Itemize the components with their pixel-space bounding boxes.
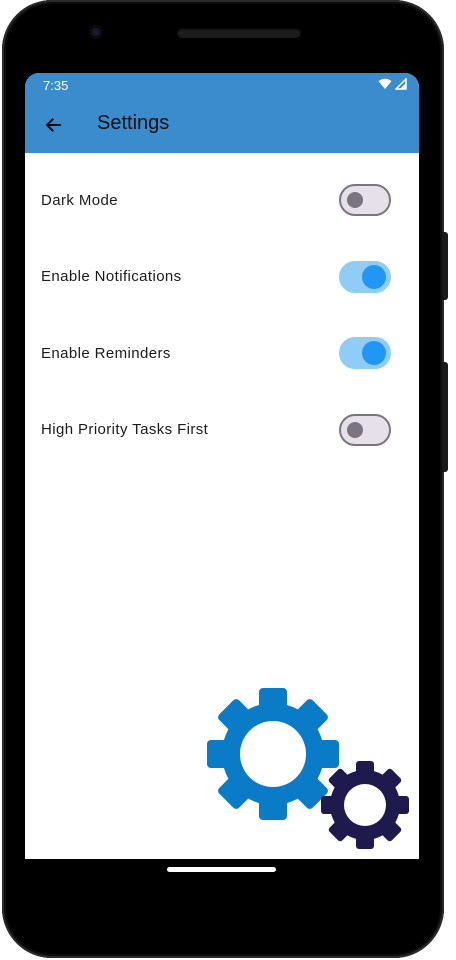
high-priority-switch[interactable] [339, 413, 391, 446]
settings-list: Dark Mode Enable Notifications Enable Re… [25, 162, 419, 468]
status-bar: 7:35 [25, 73, 419, 97]
app-screen: 7:35 Settings Dark Mode Enable Notificat… [25, 73, 419, 859]
setting-label: Dark Mode [41, 191, 118, 209]
back-button[interactable] [37, 109, 69, 141]
notifications-switch[interactable] [339, 260, 391, 293]
reminders-switch[interactable] [339, 337, 391, 370]
app-bar: Settings [25, 97, 419, 153]
setting-row-reminders: Enable Reminders [25, 315, 419, 392]
gears-icon [207, 688, 409, 849]
switch-thumb [347, 421, 363, 438]
status-time: 7:35 [43, 78, 69, 93]
power-button [442, 232, 448, 300]
status-icons [378, 78, 407, 90]
home-indicator[interactable] [167, 867, 276, 872]
front-camera [89, 25, 103, 39]
switch-thumb [362, 264, 386, 289]
setting-row-dark-mode: Dark Mode [25, 162, 419, 239]
switch-thumb [362, 341, 386, 366]
setting-label: Enable Reminders [41, 344, 171, 362]
cell-signal-icon [395, 78, 407, 90]
small-gear-icon [321, 761, 409, 849]
setting-row-notifications: Enable Notifications [25, 239, 419, 316]
page-title: Settings [97, 112, 170, 134]
large-gear-icon [207, 688, 339, 820]
dark-mode-switch[interactable] [339, 184, 391, 217]
switch-thumb [347, 192, 363, 209]
earpiece-speaker [177, 28, 301, 38]
wifi-icon [378, 78, 392, 89]
arrow-back-icon [45, 118, 61, 132]
setting-label: Enable Notifications [41, 268, 182, 286]
setting-row-high-priority: High Priority Tasks First [25, 392, 419, 469]
setting-label: High Priority Tasks First [41, 421, 209, 439]
volume-button [442, 362, 448, 472]
